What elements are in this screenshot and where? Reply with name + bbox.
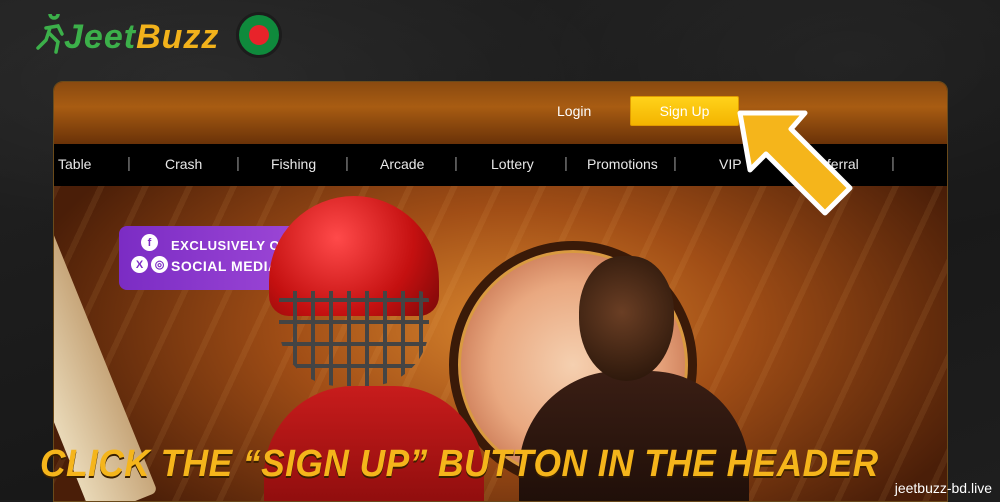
x-icon: X: [131, 256, 148, 273]
watermark: jeetbuzz-bd.live: [894, 480, 992, 496]
instagram-icon: ◎: [151, 256, 168, 273]
nav-item-fishing[interactable]: Fishing: [271, 156, 316, 172]
nav-item-arcade[interactable]: Arcade: [380, 156, 424, 172]
nav-separator: |: [345, 155, 349, 172]
facebook-icon: f: [141, 234, 158, 251]
bangladesh-flag-icon: [236, 12, 282, 58]
login-link[interactable]: Login: [557, 103, 591, 119]
nav-separator: |: [454, 155, 458, 172]
nav-item-promotions[interactable]: Promotions: [587, 156, 658, 172]
nav-separator: |: [564, 155, 568, 172]
nav-separator: |: [236, 155, 240, 172]
player2-head: [579, 256, 674, 381]
sign-up-button[interactable]: Sign Up: [630, 96, 739, 126]
jeetbuzz-logo: JeetBuzz: [36, 8, 296, 64]
nav-item-crash[interactable]: Crash: [165, 156, 202, 172]
nav-separator: |: [127, 155, 131, 172]
logo-text: JeetBuzz: [64, 18, 219, 57]
logo-buzz: Buzz: [136, 18, 220, 56]
instruction-caption: CLICK THE “SIGN UP” BUTTON IN THE HEADER: [40, 443, 879, 485]
logo-jeet: Jeet: [64, 18, 137, 56]
nav-separator: |: [891, 155, 895, 172]
social-line2: SOCIAL MEDIA: [171, 258, 279, 274]
runner-icon: [36, 14, 64, 54]
social-icons: f X ◎: [131, 234, 171, 284]
helmet-grille: [279, 291, 429, 386]
nav-item-table[interactable]: Table: [58, 156, 91, 172]
nav-item-lottery[interactable]: Lottery: [491, 156, 534, 172]
nav-separator: |: [673, 155, 677, 172]
pointer-arrow-icon: [737, 110, 853, 216]
